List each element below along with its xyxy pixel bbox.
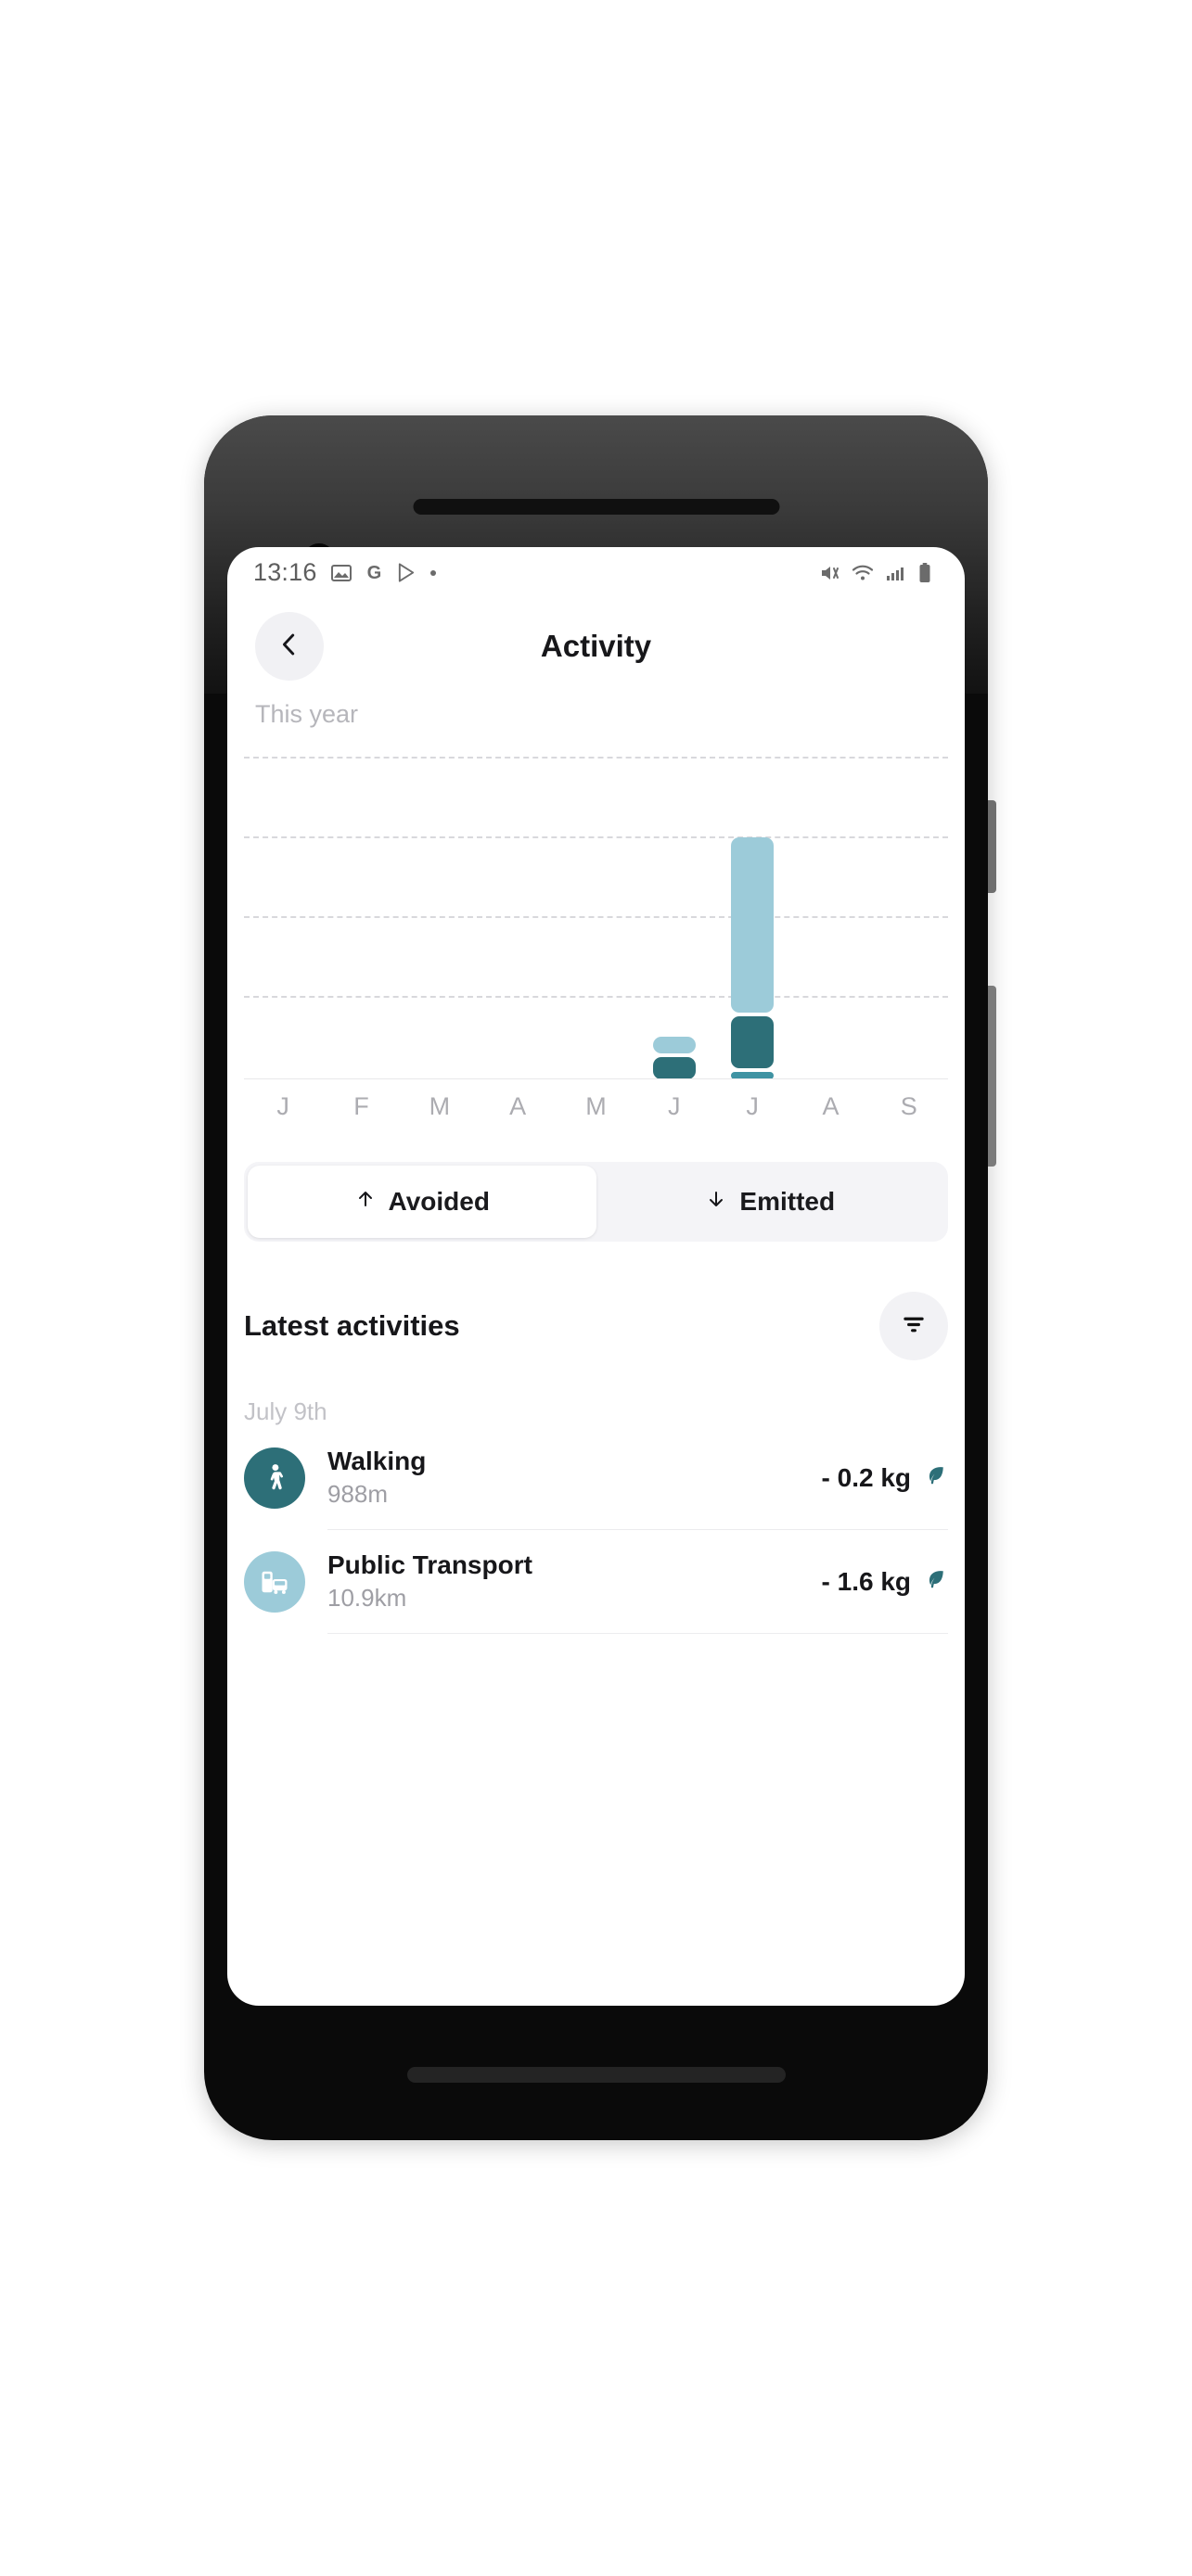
earpiece-speaker: [413, 499, 779, 515]
page-title: Activity: [540, 629, 652, 663]
leaf-icon: [922, 1566, 948, 1597]
activity-distance: 10.9km: [327, 1584, 407, 1612]
walking-person-icon: [244, 1447, 305, 1509]
month-label: A: [509, 1092, 527, 1120]
bar-column: [713, 755, 791, 1079]
toggle-label-emitted: Emitted: [739, 1187, 836, 1216]
battery-icon: [916, 562, 933, 584]
activity-text-block: Walking 988m: [327, 1447, 426, 1509]
month-label: F: [353, 1092, 369, 1120]
month-label: M: [429, 1092, 451, 1120]
svg-text:G: G: [366, 563, 381, 583]
status-bar-clock: 13:16: [253, 558, 317, 586]
screenshot-canvas: 13:16 G Activity This year J F M A M J J…: [0, 0, 1192, 2576]
status-bar: 13:16 G: [227, 547, 965, 598]
bar-segment: [652, 1056, 696, 1079]
chart-baseline-axis: [244, 1078, 948, 1079]
activity-list: Walking 988m - 0.2 kg Public Transport 1…: [244, 1426, 948, 1634]
activity-co2-value: - 1.6 kg: [821, 1566, 911, 1596]
activity-name: Walking: [327, 1447, 427, 1475]
back-button[interactable]: [255, 612, 324, 681]
play-store-icon: [396, 562, 417, 583]
wifi-icon: [852, 562, 874, 584]
app-header: Activity: [227, 598, 965, 695]
latest-activities-title: Latest activities: [244, 1309, 460, 1342]
bar-column: [322, 755, 400, 1079]
activity-value-block: - 1.6 kg: [822, 1566, 948, 1597]
chart-x-axis-labels: JFMAMJJAS: [244, 1079, 948, 1121]
power-button[interactable]: [988, 800, 996, 893]
month-label: J: [276, 1092, 289, 1120]
filter-icon: [899, 1309, 929, 1344]
activity-value-block: - 0.2 kg: [822, 1462, 948, 1493]
month-label: M: [585, 1092, 607, 1120]
photos-icon: [330, 562, 352, 584]
month-label: A: [822, 1092, 840, 1120]
chevron-left-icon: [276, 631, 303, 663]
toggle-option-avoided[interactable]: Avoided: [248, 1166, 596, 1238]
month-label: J: [668, 1092, 681, 1120]
leaf-icon: [922, 1462, 948, 1493]
phone-device-frame: 13:16 G Activity This year J F M A M J J…: [204, 415, 996, 2140]
activity-co2-value: - 0.2 kg: [821, 1462, 911, 1492]
activity-date-label: July 9th: [244, 1397, 327, 1425]
arrow-up-icon: [354, 1187, 377, 1217]
avoided-emitted-toggle: Avoided Emitted: [244, 1162, 948, 1242]
month-label: S: [900, 1092, 917, 1120]
latest-activities-header: Latest activities: [244, 1292, 948, 1360]
bar-column: [479, 755, 557, 1079]
bar-column: [244, 755, 322, 1079]
bar-segment: [652, 1037, 696, 1053]
bar-column: [791, 755, 869, 1079]
bar-column: [635, 755, 713, 1079]
toggle-label-avoided: Avoided: [388, 1187, 490, 1216]
bar-segment: [731, 837, 775, 1013]
status-bar-system-icons: [819, 562, 933, 584]
toggle-option-emitted[interactable]: Emitted: [596, 1166, 945, 1238]
list-item[interactable]: Public Transport 10.9km - 1.6 kg: [244, 1530, 948, 1633]
bottom-speaker-grille: [406, 2067, 786, 2083]
dot-icon: [429, 568, 438, 578]
bar-column: [557, 755, 634, 1079]
bar-column: [401, 755, 479, 1079]
bar-column: [870, 755, 948, 1079]
vibrate-mute-icon: [819, 562, 841, 584]
month-label: J: [746, 1092, 759, 1120]
google-icon: G: [364, 562, 385, 583]
cellular-signal-icon: [884, 562, 906, 584]
activity-distance: 988m: [327, 1480, 389, 1508]
activity-name: Public Transport: [327, 1550, 532, 1579]
public-transport-icon: [244, 1550, 305, 1613]
list-item[interactable]: Walking 988m - 0.2 kg: [244, 1426, 948, 1529]
chart-bars: [244, 755, 948, 1079]
filter-button[interactable]: [879, 1292, 948, 1360]
status-bar-notification-icons: G: [330, 562, 438, 584]
activity-bar-chart: [244, 755, 948, 1079]
volume-button[interactable]: [988, 986, 996, 1167]
bar-segment: [731, 1016, 775, 1068]
activity-text-block: Public Transport 10.9km: [327, 1550, 532, 1613]
chart-period-label: This year: [255, 700, 359, 728]
list-divider: [327, 1633, 948, 1634]
phone-screen: 13:16 G Activity This year J F M A M J J…: [227, 547, 965, 2006]
arrow-down-icon: [705, 1187, 727, 1217]
